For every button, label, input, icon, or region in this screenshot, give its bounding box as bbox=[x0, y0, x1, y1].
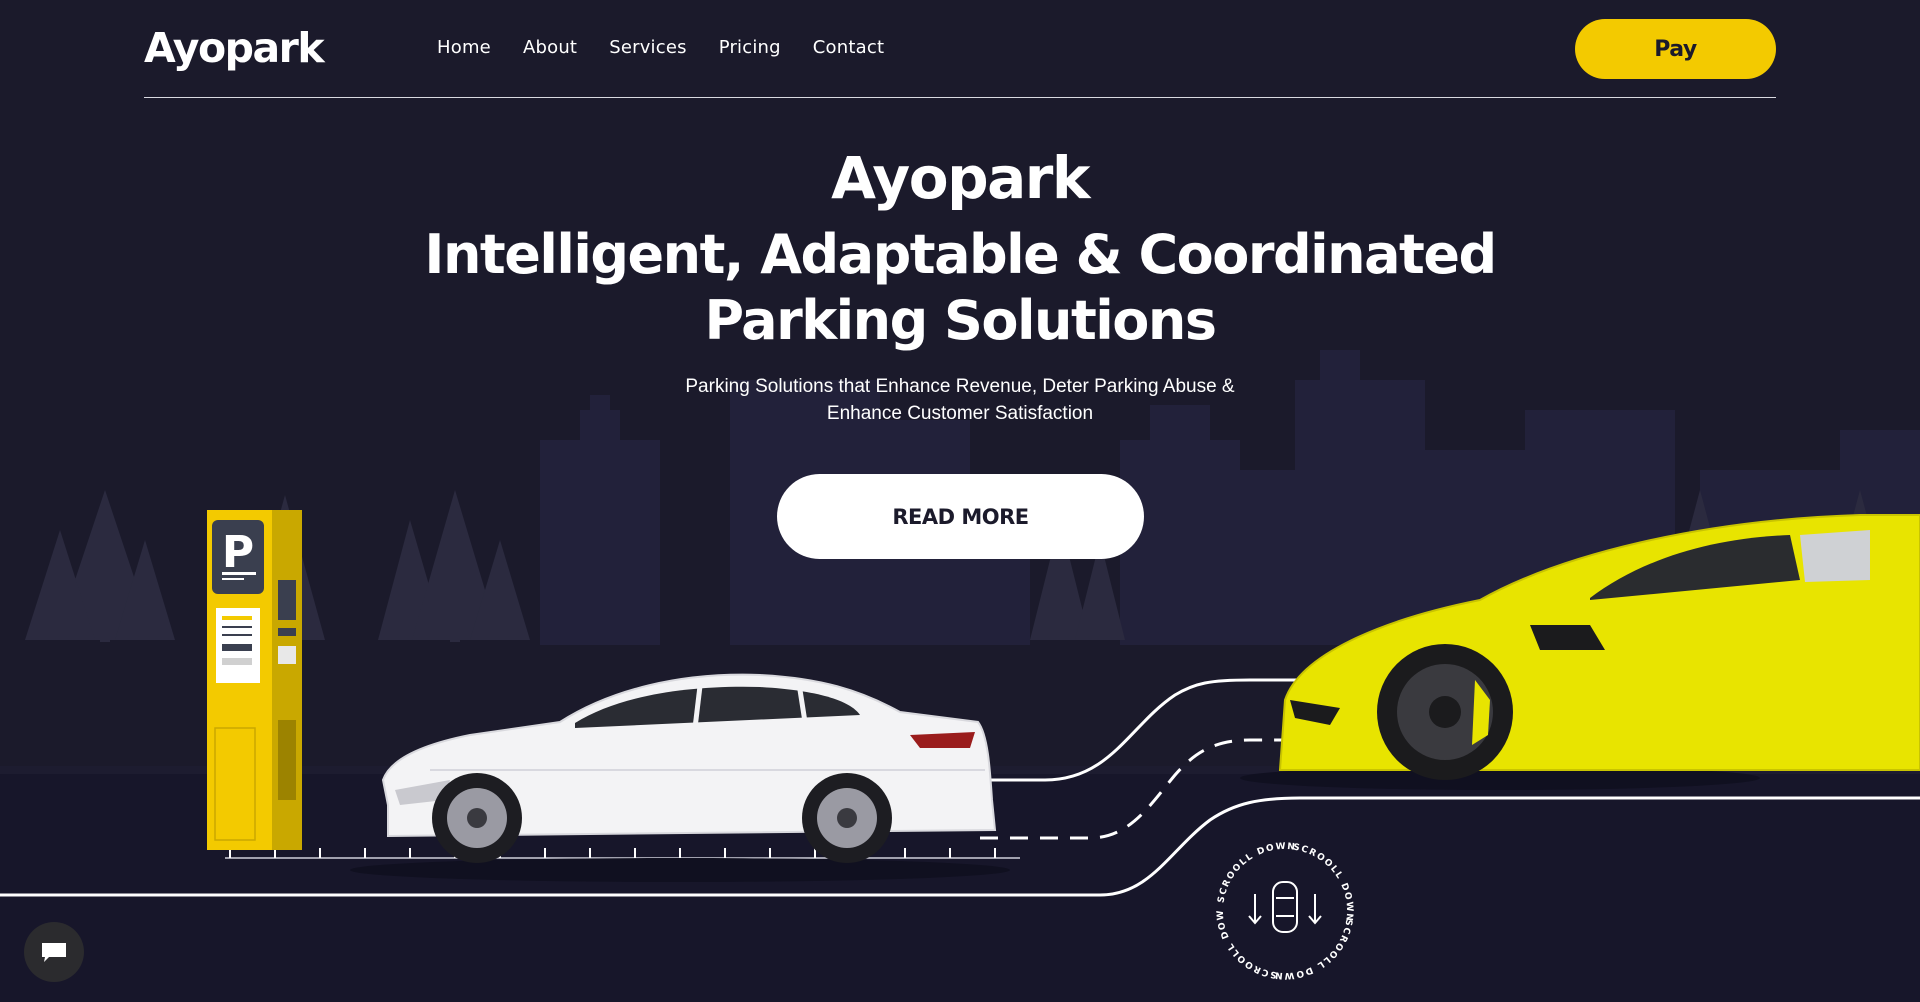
svg-text:SCROOLL DOWN: SCROOLL DOWN bbox=[1292, 842, 1354, 922]
scroll-label-2: SCROOLL DOWN bbox=[1292, 842, 1352, 922]
nav-link-pricing[interactable]: Pricing bbox=[719, 37, 781, 58]
scroll-label-3: SCROOLL DOWN bbox=[1273, 918, 1352, 980]
hero-subtitle-line1: Parking Solutions that Enhance Revenue, … bbox=[685, 376, 1235, 397]
page: P Ayopark Home About Services Pricing Co… bbox=[0, 0, 1920, 1002]
nav-link-services[interactable]: Services bbox=[609, 37, 687, 58]
svg-text:SCROOLL DOWN: SCROOLL DOWN bbox=[1273, 918, 1353, 980]
car-top-icon bbox=[1272, 881, 1298, 933]
nav-link-home[interactable]: Home bbox=[437, 37, 491, 58]
hero-headline: Intelligent, Adaptable & Coordinated Par… bbox=[360, 222, 1560, 354]
scroll-label-1: SCROOLL DOWN bbox=[1216, 842, 1295, 904]
parking-meter: P bbox=[207, 510, 302, 850]
scroll-down-badge[interactable]: SCROOLL DOWN SCROOLL DOWN SCROOLL DOWN S… bbox=[1210, 836, 1360, 986]
nav-link-about[interactable]: About bbox=[523, 37, 577, 58]
read-more-button[interactable]: READ MORE bbox=[777, 474, 1144, 559]
hero-headline-line1: Intelligent, Adaptable & Coordinated bbox=[424, 223, 1497, 286]
main-nav: Home About Services Pricing Contact bbox=[437, 37, 884, 58]
pay-button[interactable]: Pay bbox=[1575, 19, 1776, 79]
svg-text:SCROOLL DOWN: SCROOLL DOWN bbox=[1216, 842, 1296, 904]
site-header: Ayopark Home About Services Pricing Cont… bbox=[144, 0, 1776, 98]
nav-link-contact[interactable]: Contact bbox=[813, 37, 884, 58]
hero-headline-line2: Parking Solutions bbox=[704, 289, 1217, 352]
hero-subtitle-line2: Enhance Customer Satisfaction bbox=[826, 403, 1094, 424]
hero-title: Ayopark bbox=[831, 144, 1090, 212]
chat-bubble-icon bbox=[42, 943, 66, 962]
chat-button[interactable] bbox=[24, 922, 84, 982]
meter-sign-p: P bbox=[222, 527, 254, 578]
hero-subtitle: Parking Solutions that Enhance Revenue, … bbox=[640, 373, 1280, 427]
site-logo[interactable]: Ayopark bbox=[144, 24, 325, 72]
